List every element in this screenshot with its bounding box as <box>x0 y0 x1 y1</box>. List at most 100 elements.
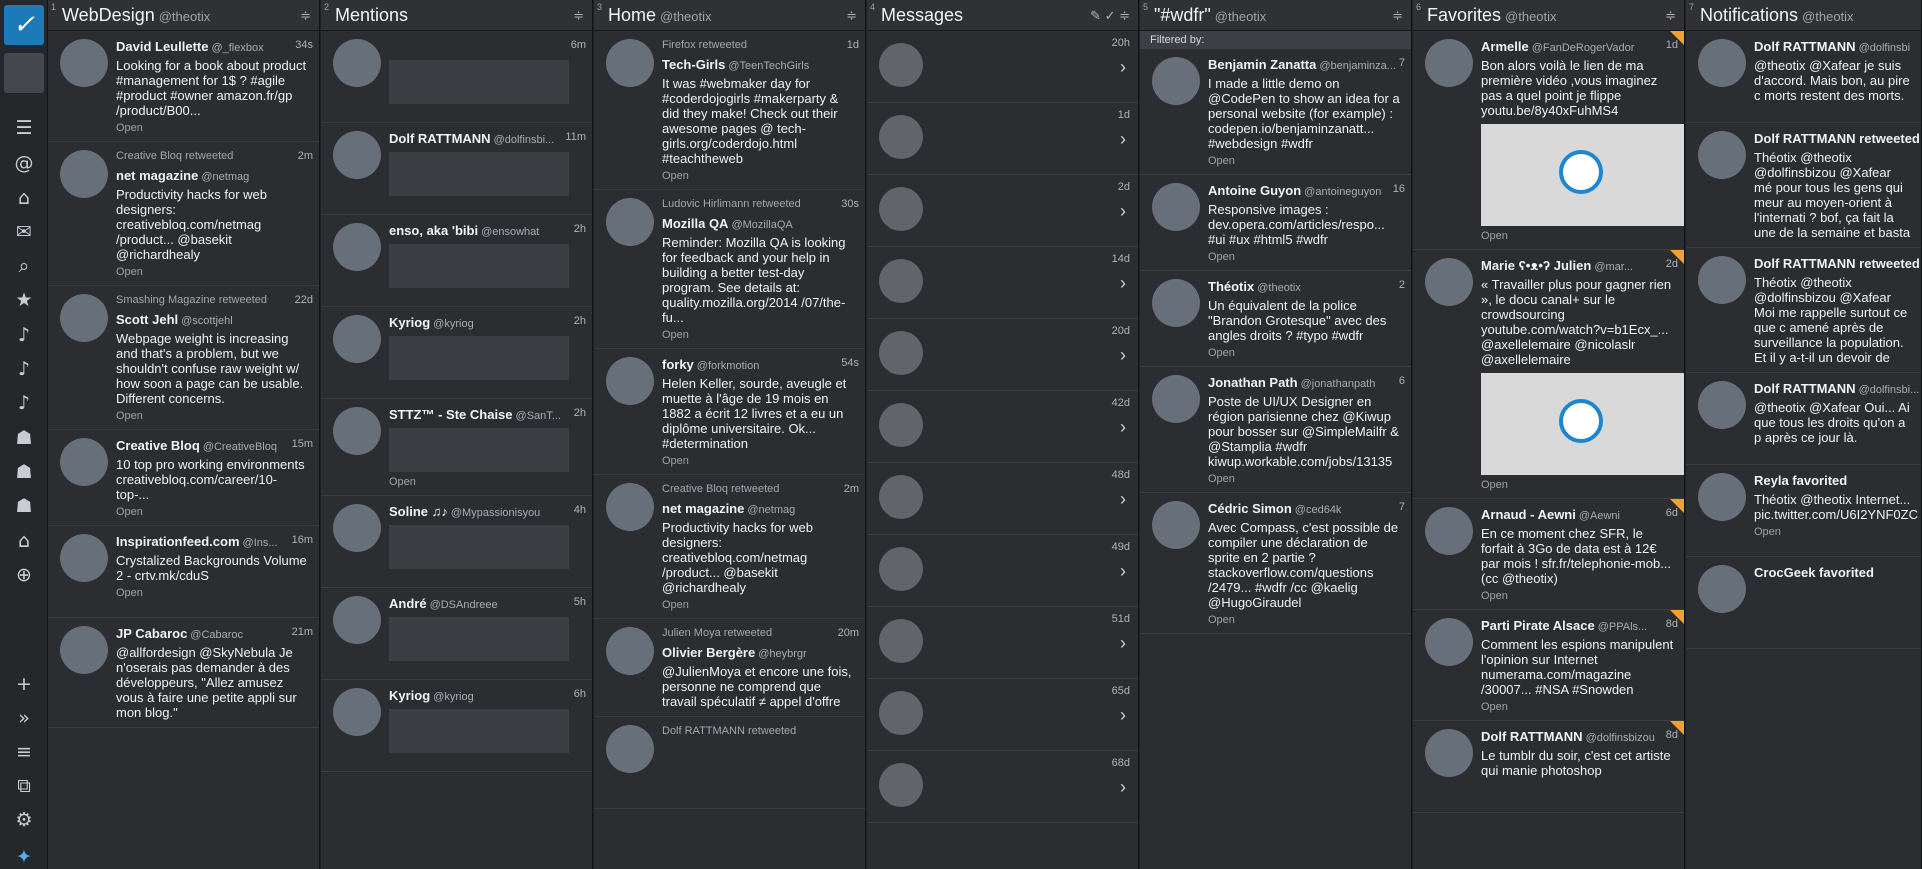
tweet-author[interactable] <box>389 39 582 54</box>
author-name[interactable]: net magazine <box>662 501 744 516</box>
tweet-author[interactable]: Benjamin Zanatta @benjaminza... <box>1208 57 1401 72</box>
filter-icon[interactable]: ≑ <box>1392 8 1403 24</box>
avatar[interactable] <box>879 115 923 159</box>
author-handle[interactable]: @TeenTechGirls <box>728 60 809 72</box>
chevron-right-icon[interactable]: › <box>1120 561 1126 582</box>
tweet-author[interactable]: Jonathan Path @jonathanpath <box>1208 375 1401 390</box>
tweet-time[interactable]: 2 <box>1399 279 1405 291</box>
avatar[interactable] <box>879 259 923 303</box>
avatar[interactable] <box>60 626 108 674</box>
author-name[interactable]: Théotix <box>1208 279 1254 294</box>
author-name[interactable]: JP Cabaroc <box>116 626 187 641</box>
tweet-author[interactable]: Parti Pirate Alsace @PPAls... <box>1481 618 1674 633</box>
open-link[interactable]: Open <box>662 455 855 467</box>
open-link[interactable]: Open <box>662 170 855 182</box>
avatar[interactable] <box>333 504 381 552</box>
tweet-author[interactable]: Kyriog @kyriog <box>389 688 582 703</box>
tweet-time[interactable]: 1d <box>847 39 859 51</box>
tweet-author[interactable]: forky @forkmotion <box>662 357 855 372</box>
author-name[interactable]: Soline ♫♪ <box>389 504 448 519</box>
author-handle[interactable]: @theotix <box>1257 282 1301 294</box>
open-link[interactable]: Open <box>116 410 309 422</box>
open-link[interactable]: Open <box>1208 347 1401 359</box>
tweet-author[interactable]: Dolf RATTMANN retweeted <box>1754 256 1920 271</box>
author-name[interactable]: Kyriog <box>389 688 430 703</box>
tweet-author[interactable]: STTZ™ - Ste Chaise @SanT... <box>389 407 582 422</box>
avatar[interactable] <box>606 483 654 531</box>
tweet-item[interactable]: Soline ♫♪ @Mypassionisyou 4h <box>321 496 592 588</box>
chevron-right-icon[interactable]: › <box>1120 417 1126 438</box>
open-link[interactable]: Open <box>1754 526 1911 538</box>
tweet-time[interactable]: 2h <box>574 315 586 327</box>
bell-icon[interactable]: ♪ <box>12 323 36 347</box>
compose-icon[interactable]: ✎ ✓ ≑ <box>1090 8 1130 24</box>
tweet-item[interactable]: CrocGeek favorited <box>1686 557 1921 649</box>
tweet-time[interactable]: 1d <box>1666 39 1678 51</box>
tweet-time[interactable]: 15m <box>292 438 313 450</box>
avatar[interactable] <box>60 150 108 198</box>
author-handle[interactable]: @Ins... <box>243 537 278 549</box>
author-handle[interactable]: @SanT... <box>516 410 561 422</box>
tweet-item[interactable]: André @DSAndreee 5h <box>321 588 592 680</box>
author-name[interactable]: Dolf RATTMANN <box>389 131 491 146</box>
tweet-author[interactable]: Inspirationfeed.com @Ins... <box>116 534 309 549</box>
avatar[interactable] <box>879 475 923 519</box>
tweet-time[interactable]: 2d <box>1666 258 1678 270</box>
tweet-author[interactable]: Marie ʕ•ᴥ•ʔ Julien @mar... <box>1481 258 1674 273</box>
tweet-item[interactable]: Cédric Simon @ced64k 7 Avec Compass, c'est … <box>1140 493 1411 634</box>
chevron-right-icon[interactable]: › <box>1120 57 1126 78</box>
author-handle[interactable]: @heybrgr <box>758 648 806 660</box>
author-name[interactable]: Olivier Bergère <box>662 645 755 660</box>
author-handle[interactable]: @netmag <box>747 504 795 516</box>
chevron-right-icon[interactable]: › <box>1120 345 1126 366</box>
tweet-time[interactable]: 7 <box>1399 57 1405 69</box>
home-icon[interactable]: ☰ <box>12 116 36 140</box>
user-icon[interactable]: ☗ <box>12 426 36 450</box>
avatar[interactable] <box>606 627 654 675</box>
tweet-item[interactable]: Smashing Magazine retweeted Scott Jehl @sc… <box>48 286 319 430</box>
column-title[interactable]: Notifications @theotix <box>1700 5 1854 26</box>
star-icon[interactable]: ★ <box>12 288 36 312</box>
tweet-author[interactable]: CrocGeek favorited <box>1754 565 1911 580</box>
author-name[interactable]: Inspirationfeed.com <box>116 534 240 549</box>
tweet-author[interactable]: Dolf RATTMANN @dolfinsbi <box>1754 39 1911 54</box>
author-name[interactable]: Antoine Guyon <box>1208 183 1301 198</box>
avatar[interactable] <box>333 407 381 455</box>
play-icon[interactable] <box>1559 150 1603 194</box>
twitter-icon[interactable]: ✦ <box>12 845 36 869</box>
avatar[interactable] <box>333 688 381 736</box>
avatar[interactable] <box>879 43 923 87</box>
author-handle[interactable]: @jonathanpath <box>1301 378 1376 390</box>
at-icon[interactable]: @ <box>12 151 36 175</box>
tweet-author[interactable]: Creative Bloq @CreativeBloq <box>116 438 309 453</box>
tweet-item[interactable]: Jonathan Path @jonathanpath 6 Poste de UI/U… <box>1140 367 1411 493</box>
filter-icon[interactable]: ≑ <box>846 8 857 24</box>
chevron-right-icon[interactable]: › <box>1120 201 1126 222</box>
tweet-time[interactable]: 8d <box>1666 618 1678 630</box>
avatar[interactable] <box>1698 131 1746 179</box>
tweet-author[interactable]: Soline ♫♪ @Mypassionisyou <box>389 504 582 519</box>
filter-icon[interactable]: ≡ <box>12 740 36 764</box>
author-name[interactable]: Reyla favorited <box>1754 473 1847 488</box>
tweet-author[interactable]: Tech-Girls @TeenTechGirls <box>662 57 855 72</box>
avatar[interactable] <box>333 315 381 363</box>
tweet-item[interactable]: 6m <box>321 31 592 123</box>
author-handle[interactable]: @MozillaQA <box>731 219 792 231</box>
author-handle[interactable]: @kyriog <box>433 691 474 703</box>
tweet-time[interactable]: 22d <box>295 294 313 306</box>
tweet-item[interactable]: STTZ™ - Ste Chaise @SanT... 2h Open <box>321 399 592 496</box>
tweet-item[interactable]: David Leullette @_flexbox 34s Looking for a… <box>48 31 319 142</box>
avatar[interactable] <box>606 198 654 246</box>
avatar[interactable] <box>606 725 654 773</box>
avatar[interactable] <box>1152 279 1200 327</box>
author-handle[interactable]: @forkmotion <box>697 360 760 372</box>
avatar[interactable] <box>1698 473 1746 521</box>
author-handle[interactable]: @antoineguyon <box>1304 186 1381 198</box>
tweet-time[interactable]: 16m <box>292 534 313 546</box>
avatar[interactable] <box>1152 375 1200 423</box>
author-handle[interactable]: @benjaminza... <box>1319 60 1396 72</box>
video-thumbnail[interactable] <box>1481 373 1684 475</box>
user-icon[interactable]: ☗ <box>12 460 36 484</box>
user-icon[interactable]: ☗ <box>12 494 36 518</box>
author-handle[interactable]: @dolfinsbi... <box>494 134 555 146</box>
